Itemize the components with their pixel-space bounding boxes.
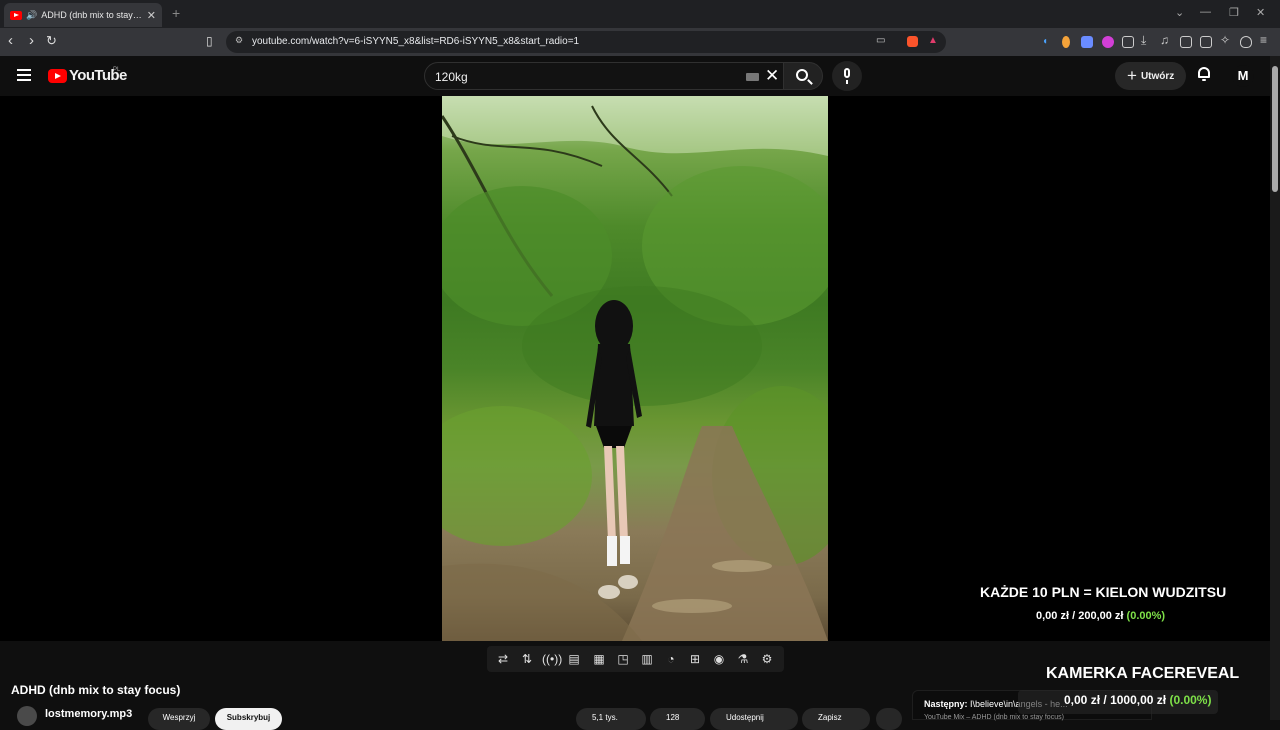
brave-shield-icon[interactable] — [907, 36, 918, 47]
channel-avatar[interactable] — [17, 706, 37, 726]
keyboard-icon[interactable] — [746, 73, 759, 81]
speedometer-icon[interactable]: ◔ — [663, 651, 679, 667]
restore-icon[interactable]: ❐ — [1229, 6, 1239, 19]
speaker-icon: 🔊 — [26, 9, 38, 20]
loop-icon[interactable]: ⇄ — [495, 651, 511, 667]
bookmark-icon[interactable]: ▯ — [206, 33, 213, 49]
clapper-icon[interactable]: ▦ — [591, 651, 607, 667]
tab-list-chevron-icon[interactable]: ⌄ — [1175, 6, 1184, 19]
video-frame[interactable] — [442, 96, 828, 641]
goal2-current: 0,00 zł — [1064, 693, 1101, 707]
goal2-title: KAMERKA FACEREVEAL — [1046, 665, 1240, 682]
like-count: 5,1 tys. — [592, 713, 618, 722]
sort-icon[interactable]: ⇅ — [519, 651, 535, 667]
address-bar[interactable]: ⚙ youtube.com/watch?v=6-iSYYN5_x8&list=R… — [226, 31, 946, 53]
cast-icon[interactable]: ▭ — [876, 35, 885, 46]
save-count-button[interactable]: 128 — [650, 708, 705, 730]
goal1-separator: / — [1072, 610, 1076, 622]
search-icon — [796, 69, 808, 81]
url-text[interactable]: youtube.com/watch?v=6-iSYYN5_x8&list=RD6… — [252, 36, 579, 47]
settings-gear-icon[interactable]: ⚙ — [759, 651, 775, 667]
cinema-mode-icon[interactable]: ▥ — [639, 651, 655, 667]
goal2-amount: 0,00 zł / 1000,00 zł (0.00%) — [1064, 693, 1211, 707]
video-title: ADHD (dnb mix to stay focus) — [11, 683, 181, 697]
more-actions-button[interactable] — [876, 708, 902, 730]
back-icon[interactable]: ‹ — [8, 33, 13, 49]
share-label: Udostępnij — [726, 713, 764, 722]
leo-ai-icon[interactable]: ✧ — [1220, 33, 1232, 47]
search-input[interactable]: 120kg — [435, 70, 468, 84]
save-button[interactable]: Zapisz — [802, 708, 870, 730]
forest-path-image — [442, 96, 828, 641]
reload-icon[interactable]: ↻ — [46, 33, 57, 49]
tab-title: ADHD (dnb mix to stay focus) — [41, 10, 143, 20]
share-button[interactable]: Udostępnij — [710, 708, 798, 730]
goal2-target: 1000,00 zł — [1110, 693, 1167, 707]
youtube-favicon-icon — [10, 10, 22, 20]
search-button[interactable] — [783, 62, 823, 90]
search-box[interactable]: 120kg ✕ — [424, 62, 784, 90]
save-count: 128 — [666, 713, 680, 722]
youtube-header: YouTube PL 120kg ✕ + Utwórz M — [0, 56, 1270, 96]
hamburger-menu-icon[interactable] — [17, 69, 31, 81]
logo-region-code: PL — [113, 67, 121, 73]
extension-blue-icon[interactable] — [1081, 36, 1093, 48]
save-label: Zapisz — [818, 713, 842, 722]
goal2-percent: (0.00%) — [1169, 693, 1212, 707]
goal1-title: KAŻDE 10 PLN = KIELON WUDZITSU — [980, 584, 1227, 600]
channel-name[interactable]: lostmemory.mp3 — [45, 708, 132, 720]
like-button[interactable]: 5,1 tys. — [576, 708, 646, 730]
extension-orange-icon[interactable] — [1062, 36, 1070, 48]
add-frame-icon[interactable]: ⊞ — [687, 651, 703, 667]
browser-tab-bar: 🔊 ADHD (dnb mix to stay focus) ✕ + ⌄ — ❐… — [0, 0, 1280, 28]
goal1-percent: (0.00%) — [1126, 610, 1166, 622]
goal1-amount: 0,00 zł / 200,00 zł (0.00%) — [1036, 610, 1165, 622]
download-icon[interactable]: ⤓ — [1141, 33, 1153, 47]
site-info-icon[interactable]: ⚙ — [235, 35, 243, 46]
forward-icon[interactable]: › — [29, 33, 34, 49]
extensions-puzzle-icon[interactable] — [1122, 36, 1134, 48]
scrollbar-thumb[interactable] — [1272, 66, 1278, 192]
minimize-icon[interactable]: — — [1200, 6, 1211, 18]
browser-menu-icon[interactable]: ≡ — [1260, 33, 1272, 47]
browser-tab[interactable]: 🔊 ADHD (dnb mix to stay focus) ✕ — [4, 3, 162, 27]
create-button[interactable]: + Utwórz — [1115, 62, 1186, 90]
screenshot-camera-icon[interactable]: ◉ — [711, 651, 727, 667]
join-button[interactable]: Wesprzyj — [148, 708, 210, 730]
tab-close-icon[interactable]: ✕ — [147, 9, 156, 22]
player-extension-toolbar: ⇄ ⇅ ((•)) ▤ ▦ ◳ ▥ ◔ ⊞ ◉ ⚗ ⚙ — [487, 646, 784, 672]
browser-toolbar: ‹ › ↻ ▯ ⚙ youtube.com/watch?v=6-iSYYN5_x… — [0, 28, 1280, 56]
clear-search-icon[interactable]: ✕ — [765, 66, 779, 86]
wallet-icon[interactable] — [1200, 36, 1212, 48]
new-tab-button[interactable]: + — [172, 5, 180, 21]
media-music-icon[interactable]: ♫ — [1160, 33, 1172, 47]
microphone-icon — [844, 68, 850, 84]
plus-icon: + — [1127, 66, 1137, 85]
subscribe-button[interactable]: Subskrybuj — [215, 708, 282, 730]
voice-search-button[interactable] — [832, 61, 862, 91]
broadcast-icon[interactable]: ((•)) — [542, 651, 562, 667]
goal1-target: 200,00 zł — [1078, 610, 1124, 622]
extension-pink-icon[interactable] — [1102, 36, 1114, 48]
goal1-current: 0,00 zł — [1036, 610, 1070, 622]
next-up-label: Następny: — [924, 699, 968, 709]
picture-in-picture-icon[interactable]: ◳ — [615, 651, 631, 667]
create-label: Utwórz — [1140, 70, 1175, 82]
youtube-logo-icon[interactable] — [48, 69, 67, 83]
notifications-bell-icon[interactable] — [1197, 67, 1211, 81]
page-scrollbar[interactable] — [1270, 56, 1280, 720]
vpn-shield-icon[interactable] — [1240, 36, 1252, 48]
close-window-icon[interactable]: ✕ — [1256, 6, 1265, 19]
account-avatar[interactable]: M — [1232, 65, 1254, 87]
translate-extension-icon[interactable]: ◖ — [1042, 36, 1054, 48]
flask-icon[interactable]: ⚗ — [735, 651, 751, 667]
rewards-icon[interactable]: ▲ — [928, 35, 938, 46]
goal2-separator: / — [1103, 693, 1107, 707]
sidebar-icon[interactable] — [1180, 36, 1192, 48]
watch-history-icon[interactable]: ▤ — [566, 651, 582, 667]
